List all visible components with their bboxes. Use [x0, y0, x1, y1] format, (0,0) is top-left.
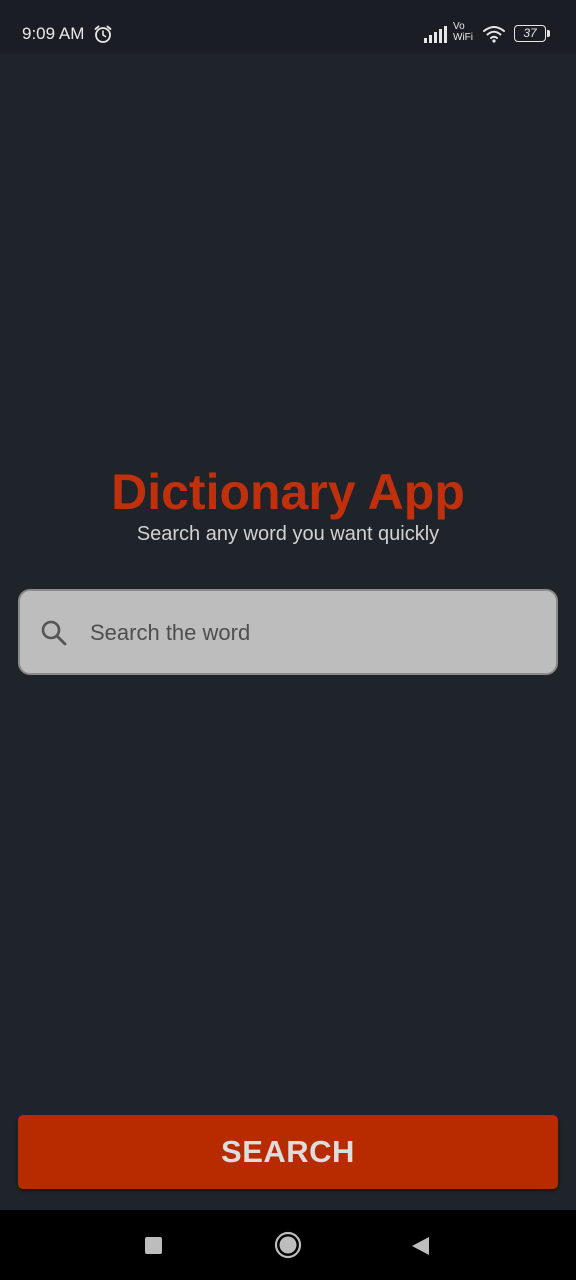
battery-level: 37: [523, 26, 537, 40]
app-subtitle: Search any word you want quickly: [136, 523, 440, 545]
back-icon[interactable]: [410, 1235, 430, 1257]
search-icon: [41, 620, 67, 646]
battery-tip: [547, 30, 550, 37]
home-icon[interactable]: [274, 1231, 302, 1259]
status-time: 9:09 AM: [22, 24, 85, 43]
wifi-icon: [483, 26, 505, 43]
app-screen: 9:09 AM Vo WiFi 37 Dictionary App Search…: [0, 0, 576, 1280]
app-title: Dictionary App: [111, 464, 465, 520]
navigation-bar: [0, 1210, 576, 1280]
vowifi-top: Vo: [453, 21, 465, 32]
search-input[interactable]: [88, 611, 532, 655]
status-bar: 9:09 AM Vo WiFi 37: [0, 0, 576, 54]
signal-icon: [424, 26, 447, 43]
vowifi-label: Vo WiFi: [453, 21, 473, 43]
search-box[interactable]: [18, 589, 558, 675]
alarm-icon: [94, 25, 112, 43]
recents-icon[interactable]: [145, 1237, 162, 1254]
search-button[interactable]: SEARCH: [18, 1115, 558, 1189]
vowifi-bottom: WiFi: [453, 32, 473, 43]
